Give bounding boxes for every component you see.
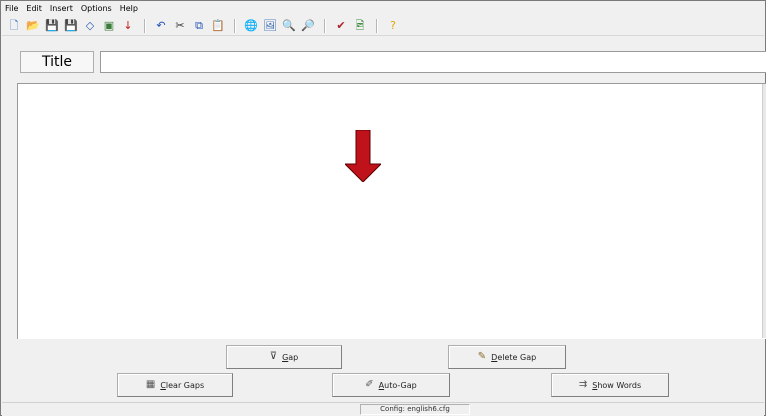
copy-icon[interactable]: ⧉ xyxy=(191,18,207,34)
paste-icon[interactable]: 📋 xyxy=(210,18,226,34)
export-icon[interactable]: ▣ xyxy=(101,18,117,34)
app-window: File Edit Insert Options Help 🗋 📂 💾 💾 ◇ ▣ ↓ ↶ ✂ ⧉… xyxy=(0,0,766,416)
menu-insert[interactable]: Insert xyxy=(46,2,77,16)
delete-gap-button[interactable]: ✎ Delete Gap xyxy=(448,345,566,369)
delete-gap-button-label: Delete Gap xyxy=(491,352,537,362)
save-icon[interactable]: 💾 xyxy=(44,18,60,34)
save-as-icon[interactable]: 💾 xyxy=(63,18,79,34)
gap-icon: ⊽ xyxy=(269,351,278,362)
red-down-arrow xyxy=(345,130,381,182)
menu-options[interactable]: Options xyxy=(77,2,116,16)
help-icon[interactable]: ? xyxy=(385,18,401,34)
auto-gap-button-label: Auto-Gap xyxy=(378,380,417,390)
eraser-icon[interactable]: ◇ xyxy=(82,18,98,34)
menu-bar: File Edit Insert Options Help xyxy=(2,2,764,16)
gap-button-label: Gap xyxy=(282,352,299,362)
browser-icon[interactable]: 🖼 xyxy=(262,18,278,34)
gap-button[interactable]: ⊽ Gap xyxy=(226,345,342,369)
find-replace-icon[interactable]: 🔎 xyxy=(300,18,316,34)
undo-icon[interactable]: ↶ xyxy=(153,18,169,34)
toolbar-separator xyxy=(234,18,235,33)
eraser-pen-icon: ✎ xyxy=(477,351,487,362)
show-words-button-label: Show Words xyxy=(592,380,642,390)
check-icon[interactable]: ✔ xyxy=(333,18,349,34)
title-label: Title xyxy=(20,51,94,73)
picture-icon[interactable]: 🖻 xyxy=(352,18,368,34)
auto-gap-icon: ✐ xyxy=(365,379,374,390)
toolbar: 🗋 📂 💾 💾 ◇ ▣ ↓ ↶ ✂ ⧉ 📋 🌐 🖼 🔍 🔎 ✔ 🖻? xyxy=(2,16,764,36)
status-bar: Config: english6.cfg xyxy=(2,402,764,416)
clear-gaps-icon: ▦ xyxy=(145,379,156,390)
show-words-button[interactable]: ⇉ Show Words xyxy=(551,373,669,397)
title-row: Title xyxy=(2,51,766,75)
show-words-icon: ⇉ xyxy=(578,379,588,390)
find-icon[interactable]: 🔍 xyxy=(281,18,297,34)
web-page-icon[interactable]: 🌐 xyxy=(243,18,259,34)
menu-help[interactable]: Help xyxy=(116,2,142,16)
toolbar-separator xyxy=(144,18,145,33)
menu-file[interactable]: File xyxy=(2,2,22,16)
cut-icon[interactable]: ✂ xyxy=(172,18,188,34)
clear-gaps-button-label: Clear Gaps xyxy=(160,380,205,390)
vertical-scrollbar[interactable] xyxy=(762,84,766,338)
title-input[interactable] xyxy=(100,51,766,73)
menu-edit[interactable]: Edit xyxy=(22,2,46,16)
text-editor[interactable] xyxy=(17,83,766,339)
clear-gaps-button[interactable]: ▦ Clear Gaps xyxy=(117,373,233,397)
insert-down-icon[interactable]: ↓ xyxy=(120,18,136,34)
auto-gap-button[interactable]: ✐ Auto-Gap xyxy=(332,373,450,397)
red-down-arrow-shape xyxy=(345,130,381,182)
toolbar-separator xyxy=(376,18,377,33)
toolbar-separator xyxy=(324,18,325,33)
config-status: Config: english6.cfg xyxy=(360,404,470,415)
new-icon[interactable]: 🗋 xyxy=(6,18,22,34)
open-icon[interactable]: 📂 xyxy=(25,18,41,34)
